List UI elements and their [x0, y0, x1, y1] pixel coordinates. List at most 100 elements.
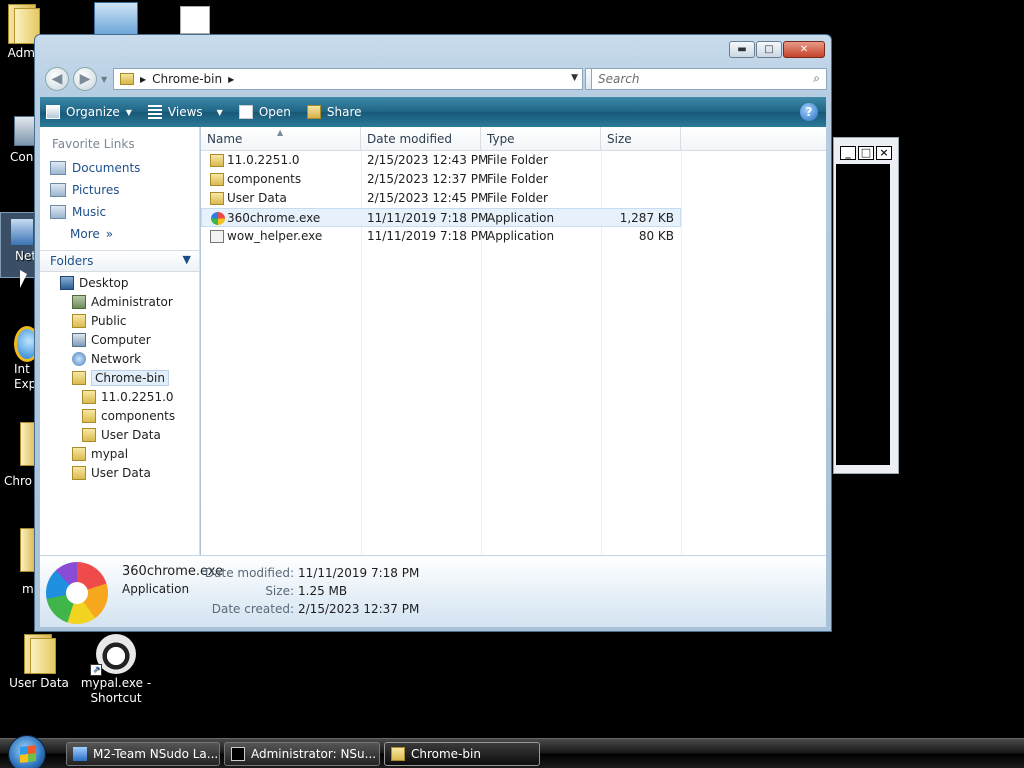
tree-item-user-data[interactable]: User Data	[40, 425, 199, 444]
column-header-size[interactable]: Size	[601, 127, 681, 151]
tree-item-public[interactable]: Public	[40, 311, 199, 330]
folder-icon	[210, 173, 224, 186]
taskbar-item-administrator-nsudo[interactable]: Administrator: NSu...	[224, 742, 380, 766]
search-icon[interactable]: ⌕	[813, 71, 820, 86]
details-date-created: 2/15/2023 12:37 PM	[298, 602, 420, 616]
breadcrumb-separator-icon[interactable]: ▶	[228, 75, 234, 84]
file-row[interactable]: 11.0.2251.0 2/15/2023 12:43 PM File Fold…	[201, 151, 681, 170]
maximize-icon[interactable]: □	[858, 146, 874, 160]
tree-item-components[interactable]: components	[40, 406, 199, 425]
views-label: Views	[167, 105, 203, 119]
close-icon[interactable]: ×	[876, 146, 892, 160]
close-button[interactable]: ✕	[783, 41, 825, 58]
maximize-icon: □	[764, 44, 774, 55]
file-date: 2/15/2023 12:37 PM	[367, 172, 489, 186]
desktop-icon-app[interactable]	[94, 2, 138, 36]
tree-item-11-0-2251-0[interactable]: 11.0.2251.0	[40, 387, 199, 406]
maximize-button[interactable]: □	[756, 41, 782, 58]
help-button[interactable]: ?	[800, 103, 818, 121]
folder-icon	[22, 634, 56, 674]
open-button[interactable]: Open	[238, 105, 291, 119]
explorer-window[interactable]: ▬ □ ✕ ◀ ▶ ▼ ▶ Chrome-bin ▶ ▼ ⇆ Search ⌕ …	[34, 34, 832, 632]
tree-item-mypal[interactable]: mypal	[40, 444, 199, 463]
address-bar[interactable]: ▶ Chrome-bin ▶ ▼	[113, 68, 583, 90]
details-size: 1.25 MB	[298, 584, 348, 598]
taskbar-item-chrome-bin[interactable]: Chrome-bin	[384, 742, 540, 766]
shortcut-arrow-icon: ↗	[90, 664, 102, 676]
column-label: Size	[607, 132, 632, 146]
recent-pages-dropdown-icon[interactable]: ▼	[101, 75, 107, 84]
address-dropdown-icon[interactable]: ▼	[571, 73, 578, 83]
start-button[interactable]	[8, 735, 46, 768]
computer-icon	[72, 332, 86, 347]
desktop-icon-network[interactable]: Net	[0, 212, 36, 278]
user-folder-icon	[72, 294, 86, 309]
tree-item-user-data-2[interactable]: User Data	[40, 463, 199, 482]
taskbar-item-nsudo-launcher[interactable]: M2-Team NSudo La...	[66, 742, 220, 766]
command-bar: Organize ▼ Views ▼ Open Share ?	[40, 97, 826, 127]
back-button[interactable]: ◀	[45, 67, 69, 91]
desktop-icon-file[interactable]	[180, 6, 210, 34]
minimize-button[interactable]: ▬	[729, 41, 755, 58]
taskbar-item-label: Administrator: NSu...	[251, 747, 377, 761]
tree-item-computer[interactable]: Computer	[40, 330, 199, 349]
tree-item-label: Computer	[91, 332, 151, 347]
details-date-modified: 11/11/2019 7:18 PM	[298, 566, 420, 580]
desktop-icon-user-data[interactable]: User Data	[8, 634, 70, 691]
breadcrumb-separator-icon[interactable]: ▶	[140, 75, 146, 84]
desktop-icon-mypal-shortcut[interactable]: ↗ mypal.exe - Shortcut	[80, 634, 152, 706]
file-name: components	[227, 172, 302, 186]
details-label: Date modified:	[204, 566, 294, 580]
background-window[interactable]: _ □ ×	[833, 137, 899, 474]
favorite-link-label: Pictures	[72, 183, 120, 197]
chrome-360-large-icon	[46, 562, 108, 624]
folder-icon	[72, 313, 86, 328]
favorite-link-music[interactable]: Music	[40, 201, 199, 223]
tree-item-label: Administrator	[91, 294, 173, 309]
taskbar: M2-Team NSudo La... Administrator: NSu..…	[0, 735, 1024, 768]
tree-item-administrator[interactable]: Administrator	[40, 292, 199, 311]
search-input[interactable]: Search ⌕	[591, 68, 827, 90]
tree-item-label: Public	[91, 313, 127, 328]
search-placeholder: Search	[598, 72, 640, 86]
file-name: 11.0.2251.0	[227, 153, 300, 167]
pictures-icon	[50, 183, 66, 197]
desktop-icon-label: Net	[15, 249, 37, 263]
open-icon	[238, 105, 253, 119]
file-row[interactable]: components 2/15/2023 12:37 PM File Folde…	[201, 170, 681, 189]
breadcrumb-chrome-bin[interactable]: Chrome-bin	[152, 72, 222, 86]
window-controls: _ □ ×	[840, 146, 892, 160]
navigation-pane: Favorite Links Documents Pictures Music …	[40, 127, 200, 555]
file-row[interactable]: wow_helper.exe 11/11/2019 7:18 PM Applic…	[201, 227, 681, 246]
file-row-selected[interactable]: 360chrome.exe 11/11/2019 7:18 PM Applica…	[201, 208, 681, 227]
column-label: Type	[487, 132, 515, 146]
tree-item-label: Chrome-bin	[91, 369, 169, 386]
share-button[interactable]: Share	[306, 105, 362, 119]
favorite-link-documents[interactable]: Documents	[40, 157, 199, 179]
column-header-type[interactable]: Type	[481, 127, 601, 151]
favorite-link-label: Documents	[72, 161, 141, 175]
views-button[interactable]: Views ▼	[147, 105, 223, 119]
column-header-date-modified[interactable]: Date modified	[361, 127, 481, 151]
details-label: Size:	[265, 584, 294, 598]
folders-label: Folders	[50, 254, 94, 268]
chevron-down-icon: ▼	[182, 253, 191, 266]
desktop-icon-label: User Data	[9, 676, 69, 690]
favorite-link-pictures[interactable]: Pictures	[40, 179, 199, 201]
file-row[interactable]: User Data 2/15/2023 12:45 PM File Folder	[201, 189, 681, 208]
folders-header[interactable]: Folders ▼	[40, 250, 199, 272]
tree-item-network[interactable]: Network	[40, 349, 199, 368]
minimize-icon[interactable]: _	[840, 146, 856, 160]
more-links-button[interactable]: More »	[40, 223, 199, 245]
music-icon	[50, 205, 66, 219]
column-label: Name	[207, 132, 243, 146]
minimize-icon: ▬	[737, 44, 747, 55]
file-size: 1,287 KB	[619, 211, 674, 225]
tree-item-desktop[interactable]: Desktop	[40, 273, 199, 292]
column-headers: Name ▲ Date modified Type Size	[201, 127, 826, 151]
organize-button[interactable]: Organize ▼	[46, 105, 132, 119]
tree-item-chrome-bin[interactable]: Chrome-bin	[40, 368, 199, 387]
share-icon	[306, 105, 321, 119]
forward-button[interactable]: ▶	[73, 67, 97, 91]
column-header-name[interactable]: Name ▲	[201, 127, 361, 151]
